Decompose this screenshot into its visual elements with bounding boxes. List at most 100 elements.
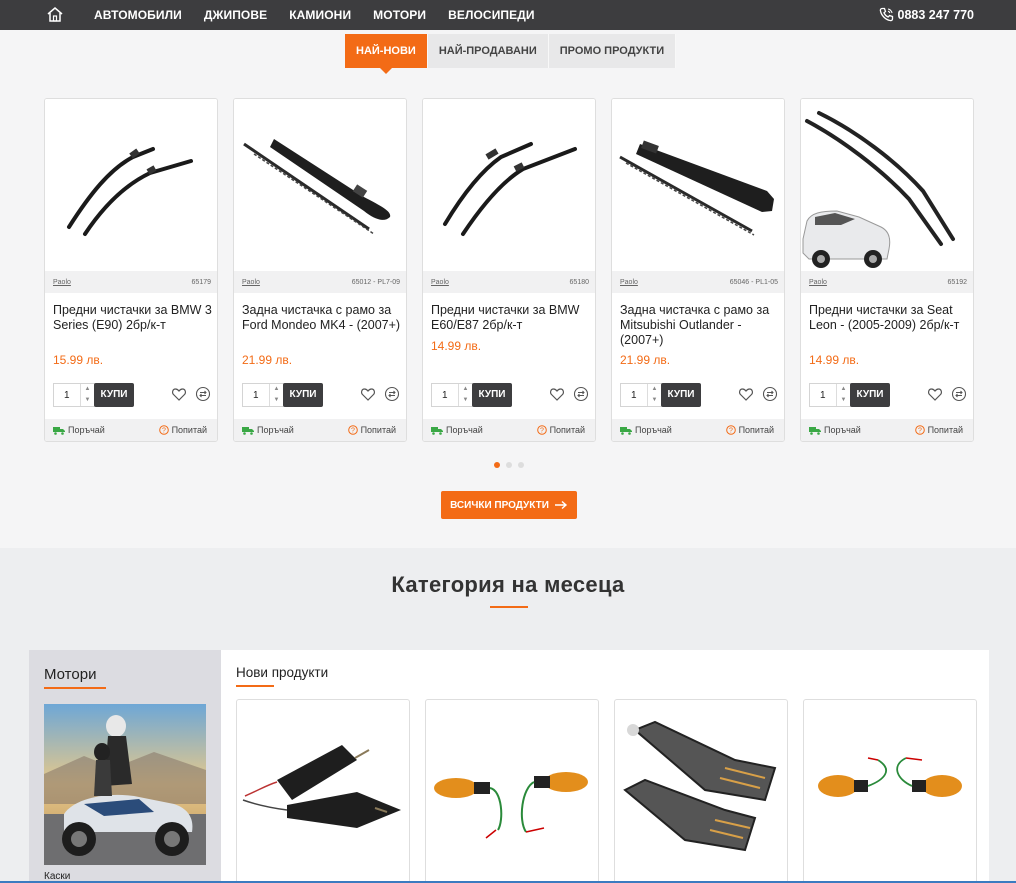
product-card[interactable]: Paolo 65192 Предни чистачки за Seat Leon… <box>800 98 974 442</box>
product-code: 65180 <box>569 279 589 286</box>
buy-button[interactable]: КУПИ <box>94 383 134 407</box>
heart-icon[interactable] <box>171 386 187 402</box>
quantity-stepper[interactable]: 1 ▲ ▼ <box>809 383 851 407</box>
product-image[interactable] <box>801 99 973 271</box>
new-products-title: Нови продукти <box>236 665 329 680</box>
product-title[interactable]: Задна чистачка с рамо за Ford Mondeo MK4… <box>242 303 404 333</box>
heart-icon[interactable] <box>927 386 943 402</box>
top-nav: АВТОМОБИЛИ ДЖИПОВЕ КАМИОНИ МОТОРИ ВЕЛОСИ… <box>0 0 1016 30</box>
brand-link[interactable]: Paolo <box>620 279 638 286</box>
nav-item-jeeps[interactable]: ДЖИПОВЕ <box>204 8 267 22</box>
quantity-stepper[interactable]: 1 ▲ ▼ <box>53 383 95 407</box>
card-footer: Поръчай ? Попитай <box>423 419 595 441</box>
product-card[interactable]: Paolo 65179 Предни чистачки за BMW 3 Ser… <box>44 98 218 442</box>
nav-item-bicycles[interactable]: ВЕЛОСИПЕДИ <box>448 8 535 22</box>
heart-icon[interactable] <box>549 386 565 402</box>
all-products-button[interactable]: ВСИЧКИ ПРОДУКТИ <box>441 491 577 519</box>
compare-icon[interactable] <box>384 386 400 402</box>
compare-icon[interactable] <box>573 386 589 402</box>
category-title-underline <box>44 687 106 689</box>
product-image[interactable] <box>615 700 787 872</box>
stepper-arrows-icon[interactable]: ▲ ▼ <box>458 384 472 406</box>
new-products-underline <box>236 685 274 687</box>
card-footer: Поръчай ? Попитай <box>234 419 406 441</box>
product-image[interactable] <box>423 99 595 271</box>
product-title[interactable]: Задна чистачка с рамо за Mitsubishi Outl… <box>620 303 782 348</box>
product-meta: Paolo 65046 - PL1-05 <box>612 271 784 293</box>
phone-link[interactable]: 0883 247 770 <box>879 7 974 22</box>
brand-link[interactable]: Paolo <box>53 279 71 286</box>
product-card[interactable]: Paolo 65046 - PL1-05 Задна чистачка с ра… <box>611 98 785 442</box>
product-card[interactable]: Paolo 65180 Предни чистачки за BMW E60/E… <box>422 98 596 442</box>
product-title[interactable]: Предни чистачки за BMW 3 Series (E90) 2б… <box>53 303 215 333</box>
product-image[interactable] <box>237 700 409 872</box>
product-card[interactable]: Paolo 65012 - PL7-09 Задна чистачка с ра… <box>233 98 407 442</box>
stepper-arrows-icon[interactable]: ▲ ▼ <box>647 384 661 406</box>
order-link[interactable]: Поръчай <box>431 425 483 435</box>
product-image[interactable] <box>45 99 217 271</box>
buy-button[interactable]: КУПИ <box>850 383 890 407</box>
product-price: 21.99 лв. <box>242 353 293 367</box>
product-meta: Paolo 65192 <box>801 271 973 293</box>
tab-newest[interactable]: НАЙ-НОВИ <box>345 34 428 74</box>
product-image[interactable] <box>804 700 976 872</box>
quantity-value: 1 <box>253 390 259 401</box>
heart-icon[interactable] <box>738 386 754 402</box>
tab-promo[interactable]: ПРОМО ПРОДУКТИ <box>548 34 677 68</box>
stepper-arrows-icon[interactable]: ▲ ▼ <box>836 384 850 406</box>
tab-bestsellers[interactable]: НАЙ-ПРОДАВАНИ <box>427 34 549 68</box>
product-title[interactable]: Предни чистачки за Seat Leon - (2005-200… <box>809 303 971 333</box>
product-title[interactable]: Предни чистачки за BMW E60/E87 2бр/к-т <box>431 303 593 333</box>
quantity-value: 1 <box>64 390 70 401</box>
motorcycle-image[interactable] <box>44 704 206 865</box>
ask-link[interactable]: ? Попитай <box>347 425 396 435</box>
quantity-stepper[interactable]: 1 ▲ ▼ <box>431 383 473 407</box>
product-image[interactable] <box>612 99 784 271</box>
arrow-right-icon <box>554 500 567 510</box>
quantity-stepper[interactable]: 1 ▲ ▼ <box>620 383 662 407</box>
ask-link[interactable]: ? Попитай <box>914 425 963 435</box>
product-card[interactable] <box>614 699 788 883</box>
stepper-arrows-icon[interactable]: ▲ ▼ <box>80 384 94 406</box>
buy-button[interactable]: КУПИ <box>472 383 512 407</box>
product-card[interactable] <box>803 699 977 883</box>
product-price: 14.99 лв. <box>431 339 482 353</box>
product-image[interactable] <box>234 99 406 271</box>
order-link[interactable]: Поръчай <box>53 425 105 435</box>
new-products-panel: Нови продукти <box>221 650 989 883</box>
product-card[interactable] <box>425 699 599 883</box>
home-icon[interactable] <box>46 6 64 22</box>
heart-icon[interactable] <box>360 386 376 402</box>
car-image <box>802 210 891 268</box>
ask-link[interactable]: ? Попитай <box>158 425 207 435</box>
brand-link[interactable]: Paolo <box>242 279 260 286</box>
buy-button[interactable]: КУПИ <box>283 383 323 407</box>
product-meta: Paolo 65012 - PL7-09 <box>234 271 406 293</box>
nav-item-cars[interactable]: АВТОМОБИЛИ <box>94 8 182 22</box>
buy-button[interactable]: КУПИ <box>661 383 701 407</box>
carousel-dot-2[interactable] <box>506 462 512 468</box>
compare-icon[interactable] <box>195 386 211 402</box>
compare-icon[interactable] <box>951 386 967 402</box>
svg-text:?: ? <box>162 428 166 435</box>
ask-label: Попитай <box>171 425 207 435</box>
brand-link[interactable]: Paolo <box>809 279 827 286</box>
compare-icon[interactable] <box>762 386 778 402</box>
product-code: 65012 - PL7-09 <box>351 279 400 286</box>
category-title[interactable]: Мотори <box>44 666 96 683</box>
ask-link[interactable]: ? Попитай <box>725 425 774 435</box>
carousel-dot-3[interactable] <box>518 462 524 468</box>
nav-item-trucks[interactable]: КАМИОНИ <box>289 8 351 22</box>
order-link[interactable]: Поръчай <box>620 425 672 435</box>
carousel-dot-1[interactable] <box>494 462 500 468</box>
nav-item-motorcycles[interactable]: МОТОРИ <box>373 8 426 22</box>
product-image[interactable] <box>426 700 598 872</box>
ask-link[interactable]: ? Попитай <box>536 425 585 435</box>
brand-link[interactable]: Paolo <box>431 279 449 286</box>
quantity-stepper[interactable]: 1 ▲ ▼ <box>242 383 284 407</box>
phone-icon <box>879 7 893 22</box>
product-card[interactable] <box>236 699 410 883</box>
stepper-arrows-icon[interactable]: ▲ ▼ <box>269 384 283 406</box>
order-link[interactable]: Поръчай <box>809 425 861 435</box>
order-link[interactable]: Поръчай <box>242 425 294 435</box>
